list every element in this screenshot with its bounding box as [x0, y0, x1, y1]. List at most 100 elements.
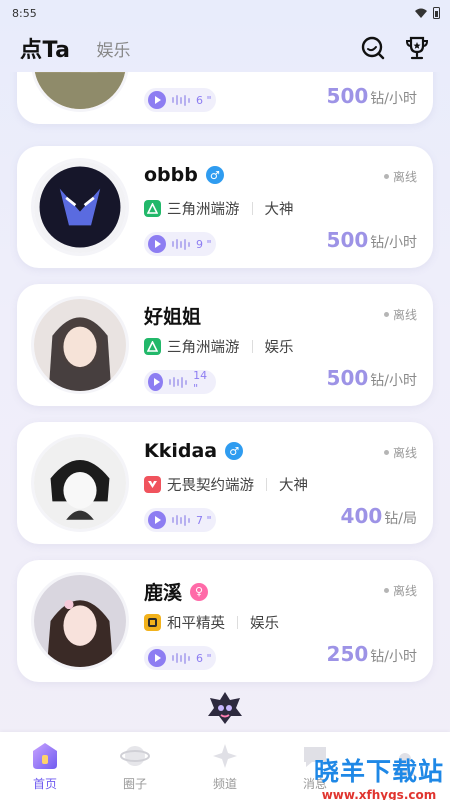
home-icon: [33, 742, 57, 769]
nav-channel-label: 频道: [212, 776, 237, 791]
companion-name-text: 好姐姐: [144, 306, 202, 328]
voice-duration: 6 ": [196, 651, 212, 665]
voice-duration: 9 ": [196, 237, 212, 251]
watermark-title: 晓羊下载站: [313, 757, 444, 786]
tags: 和平精英 娱乐: [144, 612, 279, 633]
status-icons: [415, 7, 440, 19]
watermark-logo: 晓羊下载站 www.xfhygs.com: [314, 752, 444, 800]
top-header: 点Ta 娱乐: [0, 26, 450, 70]
voice-intro-button[interactable]: 7 ": [144, 508, 216, 532]
valorant-icon: [144, 476, 161, 493]
companion-name: Kkidaa ♂: [144, 440, 244, 462]
planet-icon: [120, 745, 150, 766]
waveform-icon: [172, 514, 190, 526]
companion-name-text: Kkidaa: [144, 440, 218, 462]
game-name: 无畏契约端游: [167, 478, 254, 494]
search-icon[interactable]: [360, 35, 386, 61]
price-value: 400: [340, 504, 383, 528]
voice-intro-button[interactable]: 14 ": [144, 369, 216, 395]
online-status: 离线: [384, 168, 417, 185]
online-status: 离线: [384, 444, 417, 461]
peacekeeper-elite-icon: [144, 614, 161, 631]
companion-name: obbb ♂: [144, 164, 224, 186]
trophy-icon[interactable]: [404, 35, 430, 61]
status-bar: 8:55: [0, 0, 450, 22]
tab-entertainment[interactable]: 娱乐: [97, 36, 131, 61]
price: 500 钻/小时: [327, 84, 417, 108]
watermark-url: www.xfhygs.com: [321, 788, 437, 800]
online-status: 离线: [384, 582, 417, 599]
price-unit: 钻/小时: [370, 373, 417, 389]
voice-duration: 14 ": [193, 369, 208, 395]
online-status: 离线: [384, 306, 417, 323]
header-actions: [360, 35, 430, 61]
nav-circle[interactable]: 圈子: [100, 741, 170, 792]
divider: [251, 340, 253, 353]
avatar: [31, 158, 129, 256]
category: 娱乐: [250, 616, 279, 632]
voice-duration: 7 ": [196, 513, 212, 527]
companion-list[interactable]: 6 " 500 钻/小时 obbb ♂ 离线 三角洲端游 大神 9 " 500: [0, 72, 450, 692]
companion-name: 好姐姐: [144, 302, 201, 329]
avatar: [31, 296, 129, 394]
battery-icon: [433, 7, 440, 19]
companion-card[interactable]: 6 " 500 钻/小时: [17, 72, 433, 124]
game-name: 三角洲端游: [167, 202, 240, 218]
sparkle-icon: [213, 743, 237, 768]
waveform-icon: [172, 652, 190, 664]
nav-home-label: 首页: [32, 776, 57, 791]
divider: [266, 478, 267, 491]
mascot-float-button[interactable]: [204, 688, 246, 728]
nav-channel[interactable]: 频道: [190, 741, 260, 792]
companion-card[interactable]: obbb ♂ 离线 三角洲端游 大神 9 " 500 钻/小时: [17, 146, 433, 268]
price: 400 钻/局: [341, 504, 417, 528]
tab-dianta[interactable]: 点Ta: [20, 32, 71, 64]
price-value: 500: [326, 366, 369, 390]
divider: [237, 616, 238, 629]
price: 500 钻/小时: [327, 366, 417, 390]
avatar: [31, 434, 129, 532]
voice-intro-button[interactable]: 9 ": [144, 232, 216, 256]
price-unit: 钻/小时: [370, 235, 417, 251]
companion-card[interactable]: 好姐姐 离线 三角洲端游 娱乐 14 " 500 钻/小时: [17, 284, 433, 406]
male-icon: ♂: [205, 166, 224, 184]
play-icon: [148, 235, 166, 253]
category: 大神: [279, 478, 308, 494]
avatar: [31, 72, 129, 112]
price-unit: 钻/小时: [370, 649, 417, 665]
game-name: 三角洲端游: [167, 340, 240, 356]
price: 250 钻/小时: [327, 642, 417, 666]
wifi-icon: [415, 8, 427, 18]
divider: [251, 202, 253, 215]
price: 500 钻/小时: [327, 228, 417, 252]
nav-home[interactable]: 首页: [10, 741, 80, 792]
companion-name-text: obbb: [144, 164, 198, 186]
price-value: 500: [326, 228, 369, 252]
game-name: 和平精英: [167, 616, 225, 632]
voice-duration: 6 ": [196, 93, 212, 107]
delta-force-icon: [144, 338, 161, 355]
waveform-icon: [172, 94, 190, 106]
companion-name-text: 鹿溪: [144, 582, 183, 604]
price-value: 250: [326, 642, 369, 666]
avatar: [31, 572, 129, 670]
tags: 无畏契约端游 大神: [144, 474, 308, 495]
waveform-icon: [172, 238, 190, 250]
male-icon: ♂: [225, 442, 244, 460]
waveform-icon: [169, 376, 188, 388]
nav-circle-label: 圈子: [122, 776, 147, 791]
play-icon: [148, 511, 166, 529]
price-unit: 钻/小时: [370, 91, 417, 107]
voice-intro-button[interactable]: 6 ": [144, 88, 216, 112]
companion-card[interactable]: Kkidaa ♂ 离线 无畏契约端游 大神 7 " 400 钻/局: [17, 422, 433, 544]
companion-name: 鹿溪 ♀: [144, 578, 209, 605]
play-icon: [148, 649, 166, 667]
play-icon: [148, 373, 164, 391]
tags: 三角洲端游 娱乐: [144, 336, 294, 357]
price-unit: 钻/局: [384, 511, 417, 527]
tags: 三角洲端游 大神: [144, 198, 294, 219]
companion-card[interactable]: 鹿溪 ♀ 离线 和平精英 娱乐 6 " 250 钻/小时: [17, 560, 433, 682]
delta-force-icon: [144, 200, 161, 217]
price-value: 500: [326, 84, 369, 108]
voice-intro-button[interactable]: 6 ": [144, 646, 216, 670]
